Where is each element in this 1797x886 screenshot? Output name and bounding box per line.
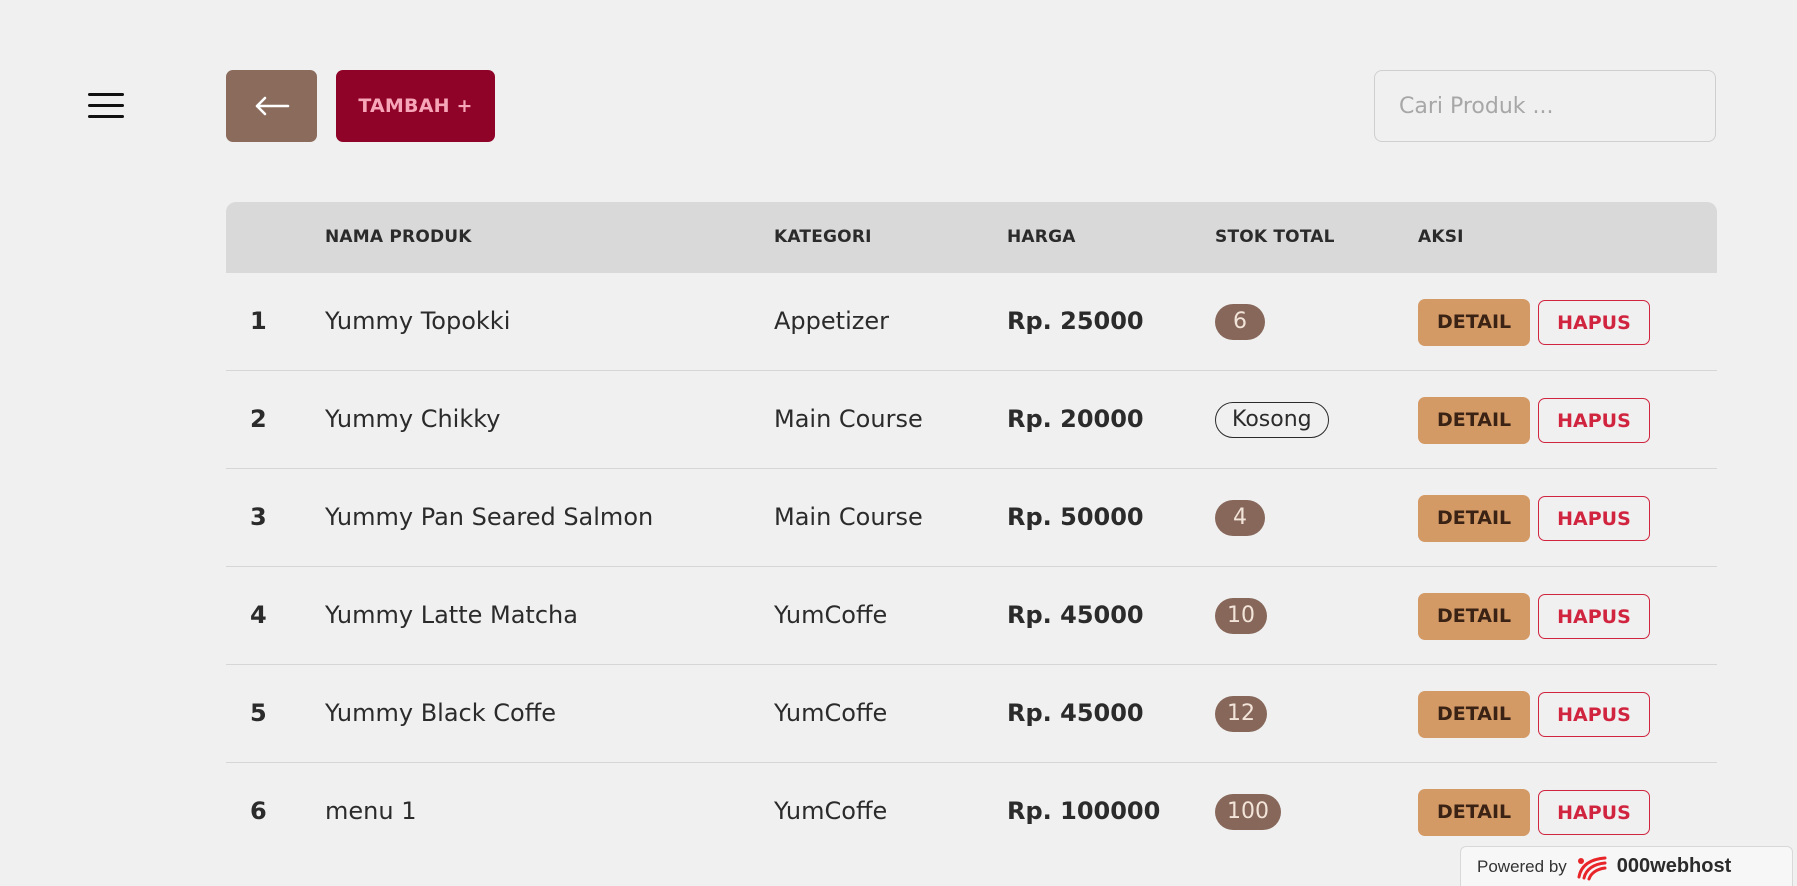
- stock-cell: 6: [1215, 273, 1265, 370]
- stock-cell: 100: [1215, 763, 1281, 860]
- row-number: 4: [250, 601, 267, 629]
- delete-button[interactable]: HAPUS: [1538, 299, 1650, 345]
- product-name: Yummy Pan Seared Salmon: [325, 503, 654, 531]
- product-category: Appetizer: [774, 307, 889, 335]
- product-name: Yummy Topokki: [325, 307, 511, 335]
- delete-button[interactable]: HAPUS: [1538, 495, 1650, 541]
- row-number: 2: [250, 405, 267, 433]
- product-price: Rp. 25000: [1007, 307, 1144, 335]
- product-category: YumCoffe: [774, 601, 888, 629]
- powered-by-badge[interactable]: Powered by 000webhost: [1460, 846, 1793, 886]
- column-header-name: NAMA PRODUK: [325, 227, 472, 247]
- delete-button[interactable]: HAPUS: [1538, 789, 1650, 835]
- table-row: 3 Yummy Pan Seared Salmon Main Course Rp…: [226, 469, 1717, 567]
- add-product-button[interactable]: TAMBAH +: [336, 70, 495, 142]
- product-category: YumCoffe: [774, 699, 888, 727]
- product-price: Rp. 45000: [1007, 699, 1144, 727]
- product-name: Yummy Latte Matcha: [325, 601, 578, 629]
- product-price: Rp. 100000: [1007, 797, 1161, 825]
- column-header-price: HARGA: [1007, 227, 1076, 247]
- detail-button[interactable]: DETAIL: [1418, 494, 1531, 542]
- detail-button[interactable]: DETAIL: [1418, 788, 1531, 836]
- delete-button[interactable]: HAPUS: [1538, 397, 1650, 443]
- arrow-left-icon: [255, 96, 289, 116]
- actions-cell: DETAIL HAPUS: [1418, 567, 1650, 664]
- row-number: 1: [250, 307, 267, 335]
- product-price: Rp. 20000: [1007, 405, 1144, 433]
- stock-badge: 10: [1215, 598, 1267, 634]
- back-button[interactable]: [226, 70, 317, 142]
- detail-button[interactable]: DETAIL: [1418, 396, 1531, 444]
- 000webhost-brand: 000webhost: [1616, 855, 1732, 877]
- delete-button[interactable]: HAPUS: [1538, 691, 1650, 737]
- stock-badge: 100: [1215, 794, 1281, 830]
- hamburger-line: [88, 115, 124, 118]
- stock-empty-badge: Kosong: [1215, 402, 1329, 438]
- row-number: 6: [250, 797, 267, 825]
- product-name: Yummy Chikky: [325, 405, 501, 433]
- column-header-stock: STOK TOTAL: [1215, 227, 1335, 247]
- product-price: Rp. 45000: [1007, 601, 1144, 629]
- row-number: 5: [250, 699, 267, 727]
- product-name: Yummy Black Coffe: [325, 699, 557, 727]
- table-row: 4 Yummy Latte Matcha YumCoffe Rp. 45000 …: [226, 567, 1717, 665]
- stock-badge: 4: [1215, 500, 1265, 536]
- stock-cell: 4: [1215, 469, 1265, 566]
- actions-cell: DETAIL HAPUS: [1418, 665, 1650, 762]
- hamburger-line: [88, 93, 124, 96]
- product-name: menu 1: [325, 797, 417, 825]
- stock-cell: Kosong: [1215, 371, 1329, 468]
- actions-cell: DETAIL HAPUS: [1418, 469, 1650, 566]
- hamburger-line: [88, 104, 124, 107]
- actions-cell: DETAIL HAPUS: [1418, 371, 1650, 468]
- product-category: Main Course: [774, 503, 923, 531]
- column-header-category: KATEGORI: [774, 227, 872, 247]
- detail-button[interactable]: DETAIL: [1418, 298, 1531, 346]
- product-table: NAMA PRODUK KATEGORI HARGA STOK TOTAL AK…: [226, 202, 1717, 860]
- powered-by-text: Powered by: [1477, 856, 1567, 876]
- column-header-actions: AKSI: [1418, 227, 1464, 247]
- stock-cell: 10: [1215, 567, 1267, 664]
- detail-button[interactable]: DETAIL: [1418, 690, 1531, 738]
- table-row: 5 Yummy Black Coffe YumCoffe Rp. 45000 1…: [226, 665, 1717, 763]
- actions-cell: DETAIL HAPUS: [1418, 273, 1650, 370]
- stock-badge: 6: [1215, 304, 1265, 340]
- hamburger-menu-icon[interactable]: [88, 93, 124, 119]
- table-row: 2 Yummy Chikky Main Course Rp. 20000 Kos…: [226, 371, 1717, 469]
- table-header: NAMA PRODUK KATEGORI HARGA STOK TOTAL AK…: [226, 202, 1717, 273]
- stock-cell: 12: [1215, 665, 1267, 762]
- product-category: Main Course: [774, 405, 923, 433]
- product-price: Rp. 50000: [1007, 503, 1144, 531]
- stock-badge: 12: [1215, 696, 1267, 732]
- product-category: YumCoffe: [774, 797, 888, 825]
- detail-button[interactable]: DETAIL: [1418, 592, 1531, 640]
- row-number: 3: [250, 503, 267, 531]
- 000webhost-logo-icon: [1575, 853, 1611, 881]
- table-row: 1 Yummy Topokki Appetizer Rp. 25000 6 DE…: [226, 273, 1717, 371]
- delete-button[interactable]: HAPUS: [1538, 593, 1650, 639]
- search-input[interactable]: [1374, 70, 1716, 142]
